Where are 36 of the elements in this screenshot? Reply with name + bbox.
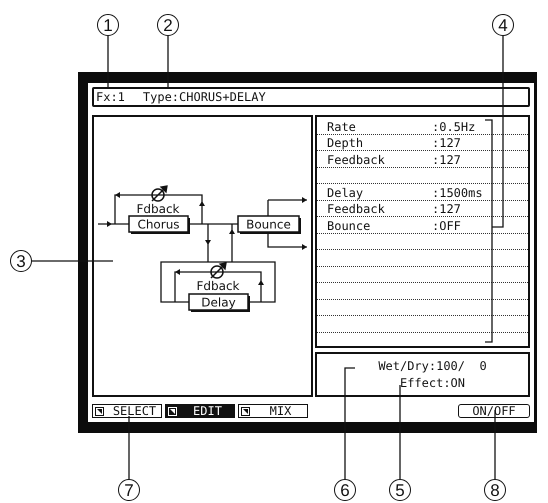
effect-type: Type:CHORUS+DELAY [142,91,266,103]
parameter-name: Delay [327,186,364,198]
parameter-value[interactable]: :127 [432,137,528,149]
feedback-label: Fdback [136,202,180,216]
parameter-name: Bounce [327,220,372,232]
parameter-value[interactable]: :0.5Hz [432,120,528,132]
corner-triangle-icon [95,406,104,416]
callout-number: 6 [334,479,356,501]
callout-number: 5 [389,479,411,501]
callout-number: 8 [484,479,506,501]
callout-number: 3 [10,250,32,272]
effect-block: Chorus [128,215,190,234]
parameter-value[interactable]: :127 [432,203,528,215]
corner-triangle-icon [168,406,177,416]
parameter-name: Depth [327,137,364,149]
tab[interactable]: MIX [238,404,308,418]
effect-block: Delay [188,293,250,312]
parameter-value[interactable]: :OFF [432,220,528,232]
parameter-value[interactable]: :1500ms [432,186,528,198]
parameter-value[interactable]: :127 [432,154,528,166]
parameter-name: Feedback [327,154,386,166]
parameter-name: Rate [327,120,357,132]
corner-triangle-icon [241,406,250,416]
wet-dry-value[interactable]: Wet/Dry:100/ 0 [378,360,487,372]
parameter-name: Feedback [327,203,386,215]
callout-number: 4 [492,14,514,36]
callout-number: 2 [157,14,179,36]
effect-block: Bounce [237,215,301,234]
callout-number: 1 [97,14,119,36]
feedback-label: Fdback [196,279,240,293]
on-off-button[interactable]: ON/OFF [458,404,530,418]
effect-number: Fx:1 [96,91,125,103]
callout-number: 7 [118,479,140,501]
effect-status[interactable]: Effect:ON [400,377,466,389]
tab[interactable]: SELECT [92,404,162,418]
tab[interactable]: EDIT [165,404,235,418]
